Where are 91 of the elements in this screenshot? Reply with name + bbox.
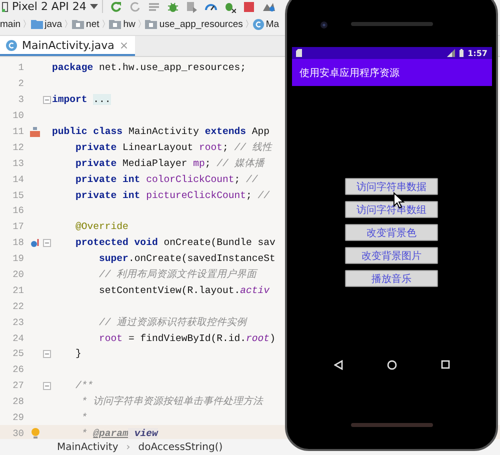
- breadcrumb-item[interactable]: java: [30, 18, 62, 30]
- line-number: 1: [17, 62, 24, 74]
- code-line: protected void onCreate(Bundle sav: [76, 237, 276, 248]
- fold-marker-icon[interactable]: [43, 238, 51, 247]
- chevron-icon: 〉: [64, 18, 74, 30]
- chevron-icon: ›: [126, 442, 130, 452]
- signal-icon: [446, 49, 455, 57]
- line-number: 25: [12, 348, 24, 360]
- line-number: 13: [12, 158, 24, 169]
- implement-marker-icon[interactable]: [30, 126, 40, 136]
- code-line: // 利用布局资源文件设置用户界面: [99, 268, 257, 282]
- code-line: private LinearLayout root; // 线性: [76, 140, 272, 154]
- code-line: * 访问字符串资源按钮单击事件处理方法: [80, 395, 264, 408]
- line-number: 30: [12, 428, 24, 439]
- refresh-icon[interactable]: [129, 0, 142, 12]
- breadcrumb-item[interactable]: use_app_resources: [145, 18, 243, 30]
- caret-icon: [90, 4, 98, 9]
- breadcrumb-item[interactable]: hw: [109, 18, 136, 30]
- folder-icon: [30, 19, 43, 29]
- list-icon[interactable]: [148, 0, 160, 12]
- chevron-icon: 〉: [137, 18, 146, 30]
- line-number: 22: [12, 300, 24, 312]
- line-number: 15: [12, 190, 24, 201]
- line-number: 23: [12, 316, 24, 328]
- line-number: 28: [12, 396, 24, 408]
- line-number: 10: [12, 110, 24, 122]
- clock-time: 1:57: [468, 48, 488, 58]
- file-tab[interactable]: MainActivity.java ×: [0, 36, 135, 56]
- folder-icon: [72, 19, 84, 29]
- code-line: private int pictureClickCount; //: [76, 190, 270, 201]
- class-icon: [252, 18, 264, 30]
- stop-icon[interactable]: [243, 0, 256, 12]
- line-number: 11: [12, 126, 24, 137]
- code-line: *: [80, 412, 88, 424]
- home-icon[interactable]: [386, 360, 396, 370]
- line-number: 27: [12, 380, 24, 392]
- override-marker-icon[interactable]: [30, 238, 40, 248]
- battery-icon: [458, 49, 464, 57]
- breadcrumb-item[interactable]: Ma: [252, 18, 280, 30]
- line-number: 29: [12, 412, 24, 424]
- line-number: 2: [17, 78, 24, 90]
- class-icon: [6, 40, 17, 50]
- chevron-icon: 〉: [22, 18, 32, 30]
- app-button[interactable]: 改变背景图片: [345, 247, 438, 264]
- code-line: root = findViewById(R.id.root): [99, 332, 276, 344]
- line-number: 12: [12, 142, 24, 153]
- recents-icon[interactable]: [440, 360, 450, 369]
- fold-marker-icon[interactable]: [43, 350, 51, 358]
- code-line: }: [76, 348, 82, 360]
- code-line: super.onCreate(savedInstanceSt: [99, 253, 276, 264]
- phone-icon: [2, 2, 8, 12]
- fold-marker-icon[interactable]: [43, 382, 51, 390]
- code-line: @Override: [76, 221, 128, 232]
- line-number: 19: [12, 253, 24, 264]
- folder-icon: [145, 19, 158, 29]
- code-line: setContentView(R.layout.activ: [99, 284, 270, 296]
- camera-icon: [320, 21, 328, 29]
- line-number: 24: [12, 332, 24, 344]
- breadcrumb-item[interactable]: main: [0, 18, 21, 30]
- back-icon[interactable]: [334, 360, 342, 370]
- line-number: 26: [12, 364, 24, 376]
- rerun-icon[interactable]: [110, 0, 122, 12]
- structure-breadcrumb[interactable]: MainActivity: [57, 442, 118, 452]
- app-button[interactable]: 播放音乐: [345, 270, 438, 287]
- breadcrumb-item[interactable]: net: [72, 18, 100, 30]
- chevron-icon: 〉: [244, 18, 254, 30]
- lightbulb-icon[interactable]: [30, 428, 40, 439]
- code-line: /**: [76, 380, 94, 392]
- line-number: 14: [12, 174, 24, 185]
- line-number: 16: [12, 205, 24, 216]
- app-button[interactable]: 改变背景色: [345, 224, 438, 241]
- code-line: public class MainActivity extends App: [52, 126, 270, 137]
- sd-card-icon: [296, 49, 302, 57]
- code-line: package net.hw.use_app_resources;: [52, 62, 246, 74]
- app-title: 使用安卓应用程序资源: [300, 66, 400, 80]
- code-line: * @param view: [80, 428, 158, 439]
- folder-icon: [109, 19, 122, 29]
- structure-breadcrumb[interactable]: doAccessString(): [138, 442, 223, 452]
- chevron-icon: 〉: [101, 18, 110, 30]
- fold-marker-icon[interactable]: [43, 96, 51, 104]
- code-line: private int colorClickCount; //: [76, 174, 258, 185]
- attach-icon[interactable]: [186, 0, 198, 12]
- code-line: import ...: [52, 94, 111, 106]
- line-number: 20: [12, 269, 24, 280]
- line-number: 21: [12, 284, 24, 296]
- line-number: 18: [12, 237, 24, 248]
- code-line: // 通过资源标识符获取控件实例: [99, 316, 247, 329]
- line-number: 3: [17, 94, 24, 106]
- line-number: 17: [12, 221, 24, 232]
- app-button[interactable]: 访问字符串数据: [345, 178, 438, 195]
- code-line: private MediaPlayer mp; // 媒体播: [76, 156, 264, 170]
